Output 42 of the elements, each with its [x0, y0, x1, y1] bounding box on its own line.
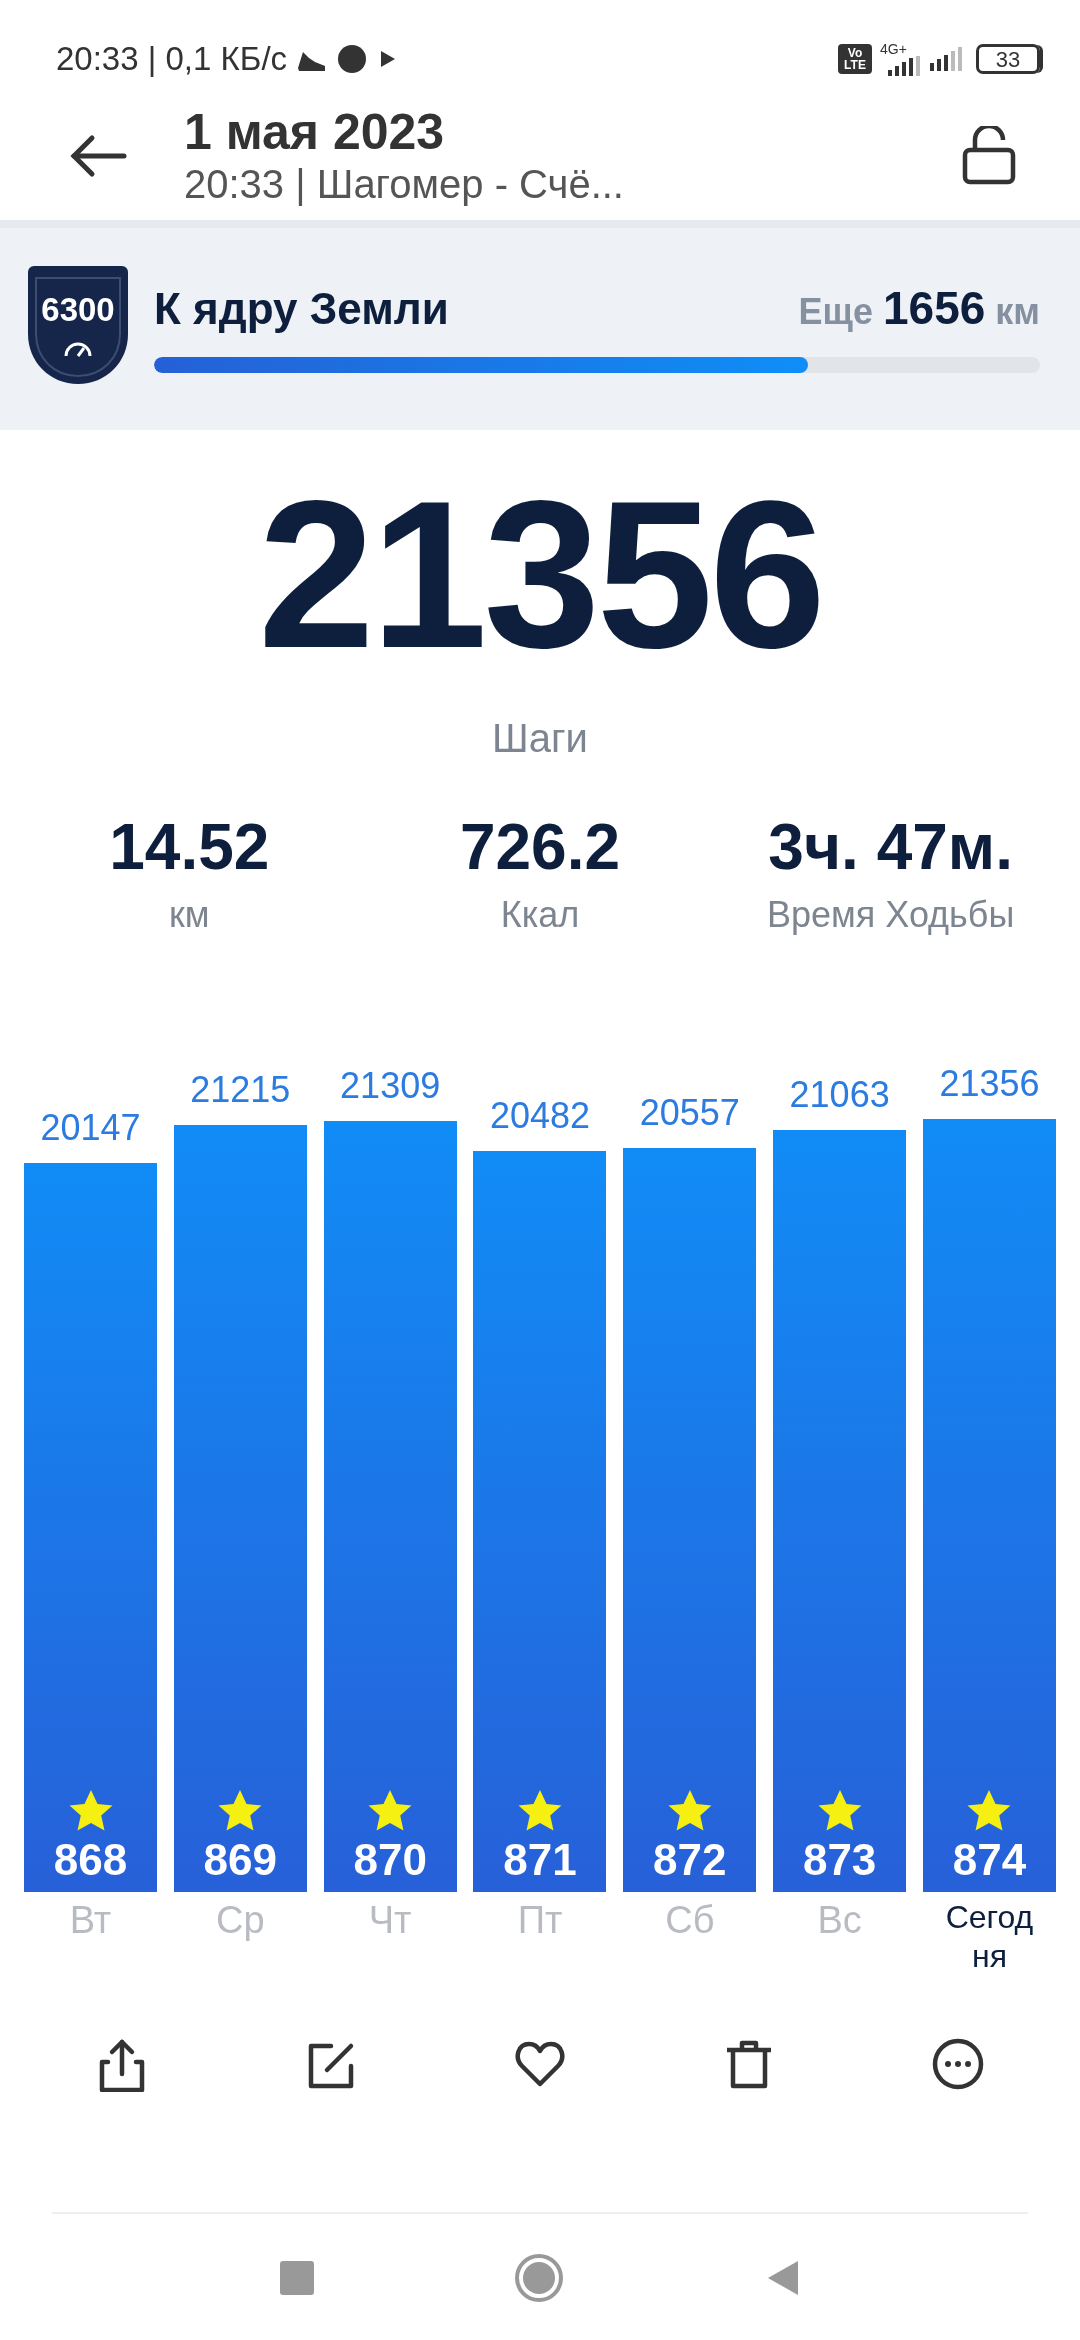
bar-count: 872 [653, 1838, 727, 1883]
subtitle: 20:33 | Шагомер - Счё... [184, 160, 624, 208]
stat-label: Ккал [499, 893, 581, 938]
battery-icon: 33 [976, 44, 1040, 74]
stat-value: 14.52 [108, 812, 271, 883]
day-label: Вс [816, 1898, 863, 1944]
stat-value: 3ч. 47м. [767, 812, 1014, 883]
day-label: Сб [664, 1898, 716, 1944]
bar-value-label: 21356 [939, 1062, 1040, 1107]
stat-label: км [168, 893, 211, 938]
bar-value-label: 21309 [340, 1064, 441, 1109]
goal-badge: 6300 [26, 266, 130, 384]
day-label: Вт [68, 1898, 113, 1944]
bar-value-label: 20147 [40, 1106, 141, 1151]
recent-apps-button[interactable] [280, 2261, 314, 2296]
home-button[interactable] [514, 2253, 564, 2304]
stat-value: 726.2 [458, 812, 622, 883]
volte-icon: Vo LTE [838, 44, 872, 74]
bar-count: 874 [952, 1838, 1027, 1883]
date-title: 1 мая 2023 [184, 104, 446, 160]
network-type: 4G+ [880, 42, 908, 56]
day-label: Сегодня [944, 1898, 1035, 1976]
bar-count: 868 [53, 1838, 128, 1883]
lock-icon[interactable] [962, 126, 1016, 186]
signal-icon [930, 47, 962, 71]
bar-value-label: 20557 [639, 1091, 740, 1136]
bar-count: 871 [503, 1838, 577, 1883]
bar-value-label: 20482 [489, 1094, 591, 1139]
bar-count: 870 [353, 1838, 427, 1883]
stat-label: Время Ходьбы [765, 893, 1016, 938]
status-text: 20:33 | 0,1 КБ/с [56, 39, 288, 80]
day-label: Ср [215, 1898, 266, 1944]
goal-title: К ядру Земли [154, 283, 449, 335]
step-label: Шаги [491, 715, 589, 762]
bar-value-label: 21215 [190, 1067, 291, 1112]
bar-count: 873 [802, 1838, 877, 1883]
bar-count: 869 [203, 1838, 278, 1883]
day-label: Чт [367, 1898, 413, 1944]
bar-value-label: 21063 [789, 1073, 890, 1117]
remaining-distance: Еще 1656 км [798, 281, 1040, 336]
step-count: 21356 [257, 470, 823, 680]
day-label: Пт [516, 1898, 564, 1944]
